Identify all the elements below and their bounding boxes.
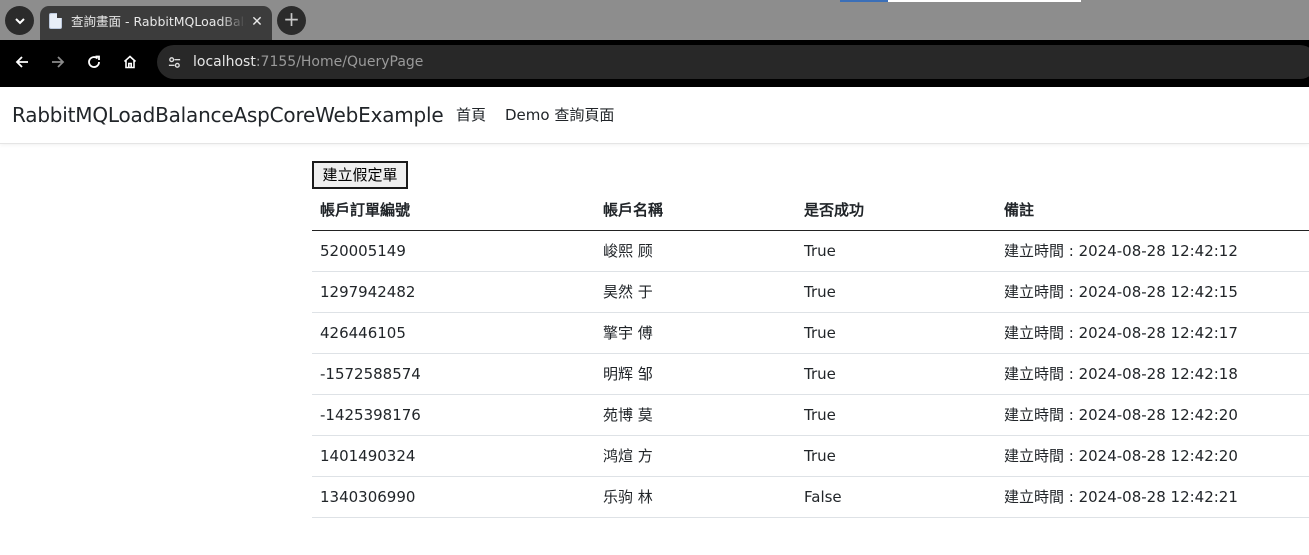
cell-order-id: 520005149 <box>320 242 406 260</box>
reload-button[interactable] <box>80 48 108 76</box>
cell-note: 建立時間 : 2024-08-28 12:42:18 <box>1004 365 1238 383</box>
brand-link[interactable]: RabbitMQLoadBalanceAspCoreWebExample <box>12 102 444 128</box>
cell-account-name: 鸿煊 方 <box>603 447 653 465</box>
cell-success: False <box>804 488 842 506</box>
url-path: :7155/Home/QueryPage <box>255 54 424 70</box>
cell-account-name: 苑博 莫 <box>603 406 653 424</box>
nav-link-home[interactable]: 首頁 <box>456 105 486 125</box>
tab-title: 查詢畫面 - RabbitMQLoadBalanceAspCoreWebExam… <box>71 14 246 29</box>
url-host: localhost <box>193 54 256 70</box>
site-navbar: RabbitMQLoadBalanceAspCoreWebExample 首頁 … <box>0 87 1309 144</box>
cell-note: 建立時間 : 2024-08-28 12:42:12 <box>1004 242 1238 260</box>
table-row: -1572588574 明辉 邹 True 建立時間 : 2024-08-28 … <box>312 354 1309 395</box>
page-favicon-icon <box>49 13 62 29</box>
arrow-right-icon <box>52 56 65 68</box>
strip-accent <box>888 0 1081 2</box>
new-tab-button[interactable]: + <box>277 6 306 35</box>
table-row: -1425398176 苑博 莫 True 建立時間 : 2024-08-28 … <box>312 395 1309 436</box>
browser-tab-strip: 查詢畫面 - RabbitMQLoadBalanceAspCoreWebExam… <box>0 0 1309 40</box>
cell-order-id: 426446105 <box>320 324 406 342</box>
column-header-account-name: 帳戶名稱 <box>603 201 664 219</box>
cell-account-name: 乐驹 林 <box>603 488 653 506</box>
reload-icon <box>88 55 100 68</box>
table-row: 426446105 擎宇 傅 True 建立時間 : 2024-08-28 12… <box>312 313 1309 354</box>
site-info-button[interactable] <box>163 51 185 73</box>
cell-success: True <box>804 447 836 465</box>
orders-table: 帳戶訂單編號 帳戶名稱 是否成功 備註 520005149 峻熙 顾 True … <box>312 190 1309 518</box>
cell-success: True <box>804 365 836 383</box>
cell-success: True <box>804 406 836 424</box>
table-row: 1297942482 昊然 于 True 建立時間 : 2024-08-28 1… <box>312 272 1309 313</box>
cell-order-id: -1572588574 <box>320 365 421 383</box>
nav-link-demo-query[interactable]: Demo 查詢頁面 <box>505 105 614 125</box>
column-header-order-id: 帳戶訂單編號 <box>320 201 411 219</box>
close-icon[interactable]: ✕ <box>246 11 268 33</box>
url-text[interactable]: localhost:7155/Home/QueryPage <box>193 53 423 71</box>
create-fake-order-button[interactable]: 建立假定單 <box>312 161 408 189</box>
home-button[interactable] <box>116 48 144 76</box>
cell-order-id: 1340306990 <box>320 488 416 506</box>
cell-note: 建立時間 : 2024-08-28 12:42:20 <box>1004 447 1238 465</box>
address-bar[interactable]: localhost:7155/Home/QueryPage <box>157 45 1309 79</box>
column-header-success: 是否成功 <box>804 201 865 219</box>
column-header-note: 備註 <box>1004 201 1035 219</box>
table-row: 520005149 峻熙 顾 True 建立時間 : 2024-08-28 12… <box>312 231 1309 272</box>
table-row: 1340306990 乐驹 林 False 建立時間 : 2024-08-28 … <box>312 477 1309 518</box>
cell-success: True <box>804 324 836 342</box>
cell-note: 建立時間 : 2024-08-28 12:42:17 <box>1004 324 1238 342</box>
chevron-down-icon <box>14 17 25 24</box>
browser-tab-active[interactable]: 查詢畫面 - RabbitMQLoadBalanceAspCoreWebExam… <box>40 6 272 40</box>
cell-note: 建立時間 : 2024-08-28 12:42:20 <box>1004 406 1238 424</box>
arrow-left-icon <box>15 56 28 68</box>
cell-note: 建立時間 : 2024-08-28 12:42:15 <box>1004 283 1238 301</box>
cell-account-name: 峻熙 顾 <box>603 242 653 260</box>
cell-account-name: 擎宇 傅 <box>603 324 653 342</box>
home-icon <box>123 55 137 69</box>
tune-icon <box>168 56 180 68</box>
table-row: 1401490324 鸿煊 方 True 建立時間 : 2024-08-28 1… <box>312 436 1309 477</box>
cell-note: 建立時間 : 2024-08-28 12:42:21 <box>1004 488 1238 506</box>
cell-success: True <box>804 283 836 301</box>
cell-success: True <box>804 242 836 260</box>
cell-account-name: 昊然 于 <box>603 283 653 301</box>
browser-toolbar: localhost:7155/Home/QueryPage <box>0 40 1309 87</box>
cell-order-id: 1297942482 <box>320 283 416 301</box>
cell-account-name: 明辉 邹 <box>603 365 653 383</box>
strip-accent <box>840 0 888 2</box>
forward-button[interactable] <box>44 48 72 76</box>
cell-order-id: -1425398176 <box>320 406 421 424</box>
back-button[interactable] <box>8 48 36 76</box>
tab-search-button[interactable] <box>5 6 34 35</box>
cell-order-id: 1401490324 <box>320 447 416 465</box>
table-header-row: 帳戶訂單編號 帳戶名稱 是否成功 備註 <box>312 190 1309 231</box>
